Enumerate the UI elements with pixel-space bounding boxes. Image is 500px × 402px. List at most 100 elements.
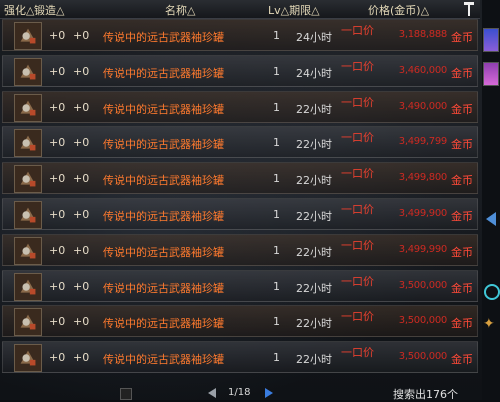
item-period: 22小时	[296, 317, 332, 331]
table-row[interactable]: +0 +0 传说中的远古武器袖珍罐 1 22小时 一口价 3,490,000 金…	[2, 90, 478, 123]
forge-value: +0	[73, 243, 90, 257]
forge-value: +0	[73, 351, 90, 365]
item-name[interactable]: 传说中的远古武器袖珍罐	[103, 315, 224, 331]
item-period: 22小时	[296, 353, 332, 367]
table-row[interactable]: +0 +0 传说中的远古武器袖珍罐 1 22小时 一口价 3,499,799 金…	[2, 126, 478, 159]
item-period: 22小时	[296, 138, 332, 152]
header-lv-period[interactable]: Lv△期限△	[268, 2, 320, 18]
prev-page-icon[interactable]	[208, 388, 216, 398]
item-level: 1	[273, 208, 280, 221]
item-period: 22小时	[296, 245, 332, 259]
item-jar-icon[interactable]	[14, 236, 42, 265]
page-number: 1/18	[228, 387, 251, 398]
table-row[interactable]: +0 +0 传说中的远古武器袖珍罐 1 22小时 一口价 3,500,000 金…	[2, 269, 478, 302]
forge-value: +0	[73, 100, 90, 114]
item-jar-icon[interactable]	[14, 93, 42, 122]
item-name[interactable]: 传说中的远古武器袖珍罐	[103, 244, 224, 260]
table-row[interactable]: +0 +0 传说中的远古武器袖珍罐 1 22小时 一口价 3,499,900 金…	[2, 198, 478, 230]
item-period: 24小时	[296, 66, 332, 80]
item-period: 22小时	[296, 174, 332, 188]
table-row[interactable]: +0 +0 传说中的远古武器袖珍罐 1 22小时 一口价 3,499,800 金…	[2, 162, 478, 195]
item-level: 1	[273, 279, 280, 293]
item-level: 1	[273, 315, 280, 329]
item-period: 22小时	[296, 102, 332, 116]
forge-value: +0	[73, 279, 90, 293]
next-page-icon[interactable]	[265, 388, 273, 398]
side-button-purple[interactable]	[483, 62, 499, 86]
item-jar-icon[interactable]	[14, 165, 42, 194]
buyout-label: 一口价	[341, 203, 374, 216]
strength-value: +0	[49, 243, 66, 257]
item-level: 1	[273, 100, 280, 114]
price-value: 3,500,000	[398, 351, 448, 363]
strength-value: +0	[49, 64, 66, 78]
swirl-icon[interactable]	[484, 284, 500, 300]
strength-value: +0	[49, 100, 66, 114]
currency-label: 金币	[451, 174, 473, 188]
table-row[interactable]: +0 +0 传说中的远古武器袖珍罐 1 22小时 一口价 3,500,000 金…	[2, 305, 478, 338]
header-name[interactable]: 名称△	[165, 2, 195, 18]
forge-value: +0	[73, 136, 90, 150]
currency-label: 金币	[451, 138, 473, 152]
price-value: 3,499,800	[398, 172, 448, 184]
side-panel	[482, 0, 500, 400]
header-strength[interactable]: 强化△	[4, 2, 34, 18]
forge-value: +0	[73, 64, 90, 78]
buyout-label: 一口价	[341, 131, 374, 145]
forge-value: +0	[73, 315, 90, 329]
side-arrow-icon[interactable]	[486, 212, 496, 226]
item-name[interactable]: 传说中的远古武器袖珍罐	[103, 29, 224, 45]
strength-value: +0	[49, 351, 66, 365]
item-name[interactable]: 传说中的远古武器袖珍罐	[103, 101, 224, 117]
table-row[interactable]: +0 +0 传说中的远古武器袖珍罐 1 22小时 一口价 3,499,990 金…	[2, 233, 478, 266]
header-price[interactable]: 价格(金币)△	[368, 2, 429, 18]
price-value: 3,188,888	[398, 29, 448, 40]
buyout-label: 一口价	[341, 310, 374, 324]
item-jar-icon[interactable]	[14, 272, 42, 301]
footer-box-icon[interactable]	[120, 388, 132, 400]
currency-label: 金币	[451, 210, 473, 223]
item-jar-icon[interactable]	[14, 308, 42, 337]
item-name[interactable]: 传说中的远古武器袖珍罐	[103, 65, 224, 81]
currency-label: 金币	[451, 281, 473, 295]
item-level: 1	[273, 243, 280, 257]
currency-label: 金币	[451, 102, 473, 116]
header-forge[interactable]: 锻造△	[34, 2, 64, 18]
item-name[interactable]: 传说中的远古武器袖珍罐	[103, 172, 224, 188]
forge-value: +0	[73, 172, 90, 186]
strength-value: +0	[49, 172, 66, 186]
item-jar-icon[interactable]	[14, 129, 42, 158]
item-level: 1	[273, 64, 280, 78]
strength-value: +0	[49, 315, 66, 329]
item-name[interactable]: 传说中的远古武器袖珍罐	[103, 208, 224, 224]
item-jar-icon[interactable]	[14, 201, 42, 229]
table-row[interactable]: +0 +0 传说中的远古武器袖珍罐 1 24小时 一口价 3,460,000 金…	[2, 54, 478, 87]
forge-value: +0	[73, 29, 90, 42]
price-value: 3,490,000	[398, 100, 448, 112]
item-jar-icon[interactable]	[14, 57, 42, 86]
strength-value: +0	[49, 208, 66, 221]
item-level: 1	[273, 29, 280, 42]
strength-value: +0	[49, 279, 66, 293]
item-level: 1	[273, 351, 280, 365]
item-name[interactable]: 传说中的远古武器袖珍罐	[103, 280, 224, 296]
buyout-label: 一口价	[341, 274, 374, 288]
price-value: 3,499,900	[398, 208, 448, 219]
item-jar-icon[interactable]	[14, 344, 42, 373]
table-row[interactable]: +0 +0 传说中的远古武器袖珍罐 1 24小时 一口价 3,188,888 金…	[2, 19, 478, 51]
buyout-label: 一口价	[341, 346, 374, 360]
table-header: 强化△ 锻造△ 名称△ Lv△期限△ 价格(金币)△	[0, 0, 480, 19]
currency-label: 金币	[451, 353, 473, 367]
pin-icon[interactable]	[462, 1, 476, 17]
price-value: 3,460,000	[398, 64, 448, 76]
buyout-label: 一口价	[341, 59, 374, 73]
item-name[interactable]: 传说中的远古武器袖珍罐	[103, 351, 224, 367]
item-period: 22小时	[296, 281, 332, 295]
item-name[interactable]: 传说中的远古武器袖珍罐	[103, 136, 224, 152]
side-button-blue[interactable]	[483, 28, 499, 52]
table-row[interactable]: +0 +0 传说中的远古武器袖珍罐 1 22小时 一口价 3,500,000 金…	[2, 341, 478, 374]
star-icon[interactable]: ✦	[483, 316, 495, 332]
item-jar-icon[interactable]	[14, 22, 42, 50]
currency-label: 金币	[451, 317, 473, 331]
currency-label: 金币	[451, 66, 473, 80]
